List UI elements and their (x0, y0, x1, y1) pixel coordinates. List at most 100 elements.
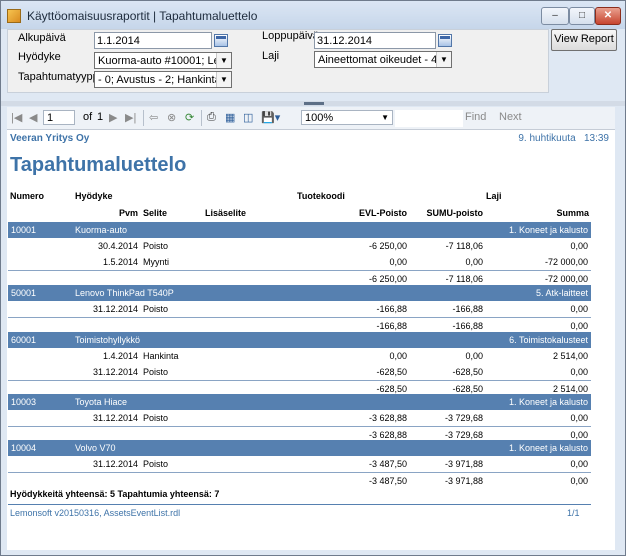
of-label: of (83, 111, 93, 123)
splitter-grip-icon[interactable] (304, 102, 324, 105)
event-sumu: -166,88 (452, 304, 483, 314)
event-summa: 0,00 (570, 367, 588, 377)
asset-laji: 1. Koneet ja kalusto (508, 397, 588, 407)
event-summa: -72 000,00 (544, 257, 588, 267)
loppupaiva-field[interactable]: 31.12.2014 (314, 32, 436, 49)
next-page-icon[interactable]: ▶ (109, 111, 117, 124)
print-layout-icon[interactable]: ▦ (225, 111, 235, 124)
close-button[interactable]: ✕ (595, 7, 621, 25)
event-sumu: 0,00 (465, 257, 483, 267)
event-row: 31.12.2014 Poisto -628,50 -628,50 0,00 (8, 364, 591, 380)
loppupaiva-label: Loppupäivä (262, 30, 319, 42)
view-report-button[interactable]: View Report (551, 29, 617, 51)
total-sumu: -3 971,88 (444, 476, 483, 486)
alkupaiva-field[interactable]: 1.1.2014 (94, 32, 212, 49)
footer-divider (8, 504, 591, 505)
event-summa: 2 514,00 (552, 351, 588, 361)
calendar-icon[interactable] (438, 34, 452, 47)
chevron-down-icon: ▼ (216, 53, 231, 68)
hyodyke-select[interactable]: Kuorma-auto #10001; Lenovo ▼ (94, 52, 232, 69)
zoom-select[interactable]: 100% ▼ (301, 110, 393, 125)
title-bar: Käyttöomaisuusraportit | Tapahtumaluette… (1, 1, 625, 29)
event-summa: 0,00 (570, 304, 588, 314)
chevron-down-icon: ▼ (216, 72, 231, 87)
event-selite: Poisto (143, 304, 169, 314)
event-sumu: -3 729,68 (444, 413, 483, 423)
event-row: 31.12.2014 Poisto -3 487,50 -3 971,88 0,… (8, 456, 591, 472)
event-row: 31.12.2014 Poisto -3 628,88 -3 729,68 0,… (8, 410, 591, 426)
asset-name: Toyota Hiace (75, 397, 128, 407)
asset-laji: 1. Koneet ja kalusto (508, 443, 588, 453)
hyodyke-value: Kuorma-auto #10001; Lenovo (98, 55, 232, 67)
first-page-icon[interactable]: |◀ (11, 111, 22, 124)
report-toolbar: |◀ ◀ 1 of 1 ▶ ▶| ⇦ ⊗ ⟳ ⎙ ▦ ◫ 💾▾ 100% ▼ F… (7, 107, 615, 130)
asset-numero: 50001 (11, 288, 37, 298)
header-sumu-poisto: SUMU-poisto (426, 208, 484, 218)
maximize-button[interactable]: □ (569, 7, 595, 25)
event-selite: Hankinta (143, 351, 179, 361)
event-pvm: 1.5.2014 (102, 257, 138, 267)
event-evl: -3 628,88 (368, 413, 407, 423)
find-link[interactable]: Find (465, 111, 486, 123)
back-icon[interactable]: ⇦ (149, 111, 158, 124)
event-pvm: 31.12.2014 (92, 304, 138, 314)
app-icon (7, 9, 21, 23)
company-name: Veeran Yritys Oy (10, 133, 90, 144)
asset-laji: 6. Toimistokalusteet (509, 335, 588, 345)
header-numero: Numero (10, 191, 45, 201)
event-pvm: 30.4.2014 (97, 241, 138, 251)
next-link[interactable]: Next (499, 111, 522, 123)
header-laji: Laji (486, 191, 502, 201)
event-row: 1.4.2014 Hankinta 0,00 0,00 2 514,00 (8, 348, 591, 364)
total-evl: -3 487,50 (368, 476, 407, 486)
chevron-down-icon: ▼ (436, 52, 451, 67)
event-selite: Poisto (143, 367, 169, 377)
parameter-panel: Alkupäivä 1.1.2014 Loppupäivä 31.12.2014… (7, 29, 549, 93)
event-pvm: 31.12.2014 (92, 459, 138, 469)
stop-icon[interactable]: ⊗ (167, 111, 176, 124)
asset-numero: 10001 (11, 225, 37, 235)
event-sumu: 0,00 (465, 351, 483, 361)
asset-band: 50001 Lenovo ThinkPad T540P 5. Atk-laitt… (8, 285, 591, 301)
tapahtumatyyppi-value: - 0; Avustus - 2; Hankinta - 8; L (98, 74, 231, 86)
report-time: 13:39 (583, 133, 609, 144)
current-page-input[interactable]: 1 (43, 110, 75, 125)
report-viewport: Veeran Yritys Oy 9. huhtikuuta 13:39 Tap… (7, 129, 615, 550)
hyodyke-label: Hyödyke (18, 51, 61, 63)
previous-page-icon[interactable]: ◀ (29, 111, 37, 124)
event-pvm: 31.12.2014 (92, 413, 138, 423)
toolbar-separator (201, 110, 202, 126)
last-page-icon[interactable]: ▶| (125, 111, 136, 124)
asset-laji: 1. Koneet ja kalusto (508, 225, 588, 235)
laji-value: Aineettomat oikeudet - 4; Atk-la (318, 54, 451, 66)
window-title: Käyttöomaisuusraportit | Tapahtumaluette… (27, 9, 258, 23)
tapahtumatyyppi-select[interactable]: - 0; Avustus - 2; Hankinta - 8; L ▼ (94, 71, 232, 88)
parameter-splitter[interactable] (1, 101, 625, 106)
calendar-icon[interactable] (214, 34, 228, 47)
refresh-icon[interactable]: ⟳ (185, 111, 194, 124)
event-evl: -628,50 (376, 367, 407, 377)
asset-band: 10001 Kuorma-auto 1. Koneet ja kalusto (8, 222, 591, 238)
report-title: Tapahtumaluettelo (10, 154, 187, 176)
report-window: Käyttöomaisuusraportit | Tapahtumaluette… (0, 0, 626, 556)
page-setup-icon[interactable]: ◫ (243, 111, 253, 124)
chevron-down-icon: ▼ (381, 113, 389, 122)
laji-select[interactable]: Aineettomat oikeudet - 4; Atk-la ▼ (314, 51, 452, 68)
event-row: 31.12.2014 Poisto -166,88 -166,88 0,00 (8, 301, 591, 317)
asset-name: Kuorma-auto (75, 225, 128, 235)
event-selite: Myynti (143, 257, 170, 267)
footer-page: 1/1 (567, 508, 580, 518)
asset-name: Lenovo ThinkPad T540P (75, 288, 174, 298)
header-pvm: Pvm (118, 208, 138, 218)
minimize-button[interactable]: – (541, 7, 569, 25)
asset-name: Volvo V70 (75, 443, 116, 453)
find-input[interactable] (395, 110, 463, 127)
asset-laji: 5. Atk-laitteet (535, 288, 588, 298)
event-selite: Poisto (143, 413, 169, 423)
print-icon[interactable]: ⎙ (207, 111, 216, 124)
asset-name: Toimistohyllykkö (75, 335, 141, 345)
header-lisaselite: Lisäselite (205, 208, 247, 218)
footer-source: Lemonsoft v20150316, AssetsEventList.rdl (10, 508, 181, 518)
asset-numero: 10004 (11, 443, 37, 453)
export-icon[interactable]: 💾▾ (261, 111, 280, 124)
